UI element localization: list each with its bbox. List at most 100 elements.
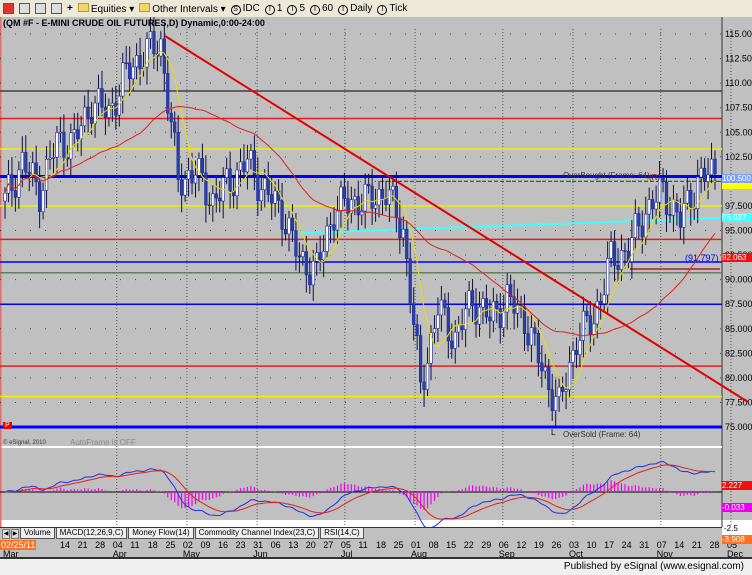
candle-body (664, 181, 669, 215)
candle-body (540, 362, 544, 372)
copyright-label: © eSignal, 2010 (3, 440, 46, 446)
candle-body (640, 225, 644, 238)
i-icon: I (264, 4, 275, 15)
candle-body (387, 189, 392, 205)
candle-body (138, 55, 142, 70)
paste-icon[interactable] (51, 3, 62, 14)
folder-icon (77, 2, 89, 12)
candle-body (682, 202, 686, 228)
s-icon: S (230, 4, 241, 15)
candle-body (79, 125, 83, 140)
tab-volume[interactable]: Volume (20, 528, 55, 539)
candle-body (325, 225, 329, 252)
y-tick-label: 80.000 (725, 373, 752, 383)
candle-body (283, 229, 288, 235)
candle-body (287, 217, 291, 235)
candle-body (502, 311, 506, 329)
copy-icon[interactable] (35, 3, 46, 14)
interval-60-button[interactable]: I 60 (310, 3, 333, 15)
x-tick-label: 26 (551, 540, 562, 550)
idc-button[interactable]: S IDC (230, 3, 260, 15)
candle-body (391, 186, 395, 191)
candle-body (616, 265, 620, 270)
candle-body (699, 167, 703, 178)
chart-area[interactable]: 115.000 112.500 110.000 107.500 105.000 102.5… (0, 17, 752, 544)
month-label: Aug (411, 549, 428, 559)
candle-body (162, 38, 166, 74)
candle-body (249, 150, 253, 160)
candle-body (235, 169, 239, 197)
x-tick-label: 28 (95, 540, 106, 550)
toolbar: + Equities ▾ Other Intervals ▾ S IDC I1 I… (0, 0, 752, 17)
candle-body (186, 170, 191, 180)
candle-body (578, 340, 582, 355)
tab-cci[interactable]: Commodity Channel Index(23,C) (194, 528, 320, 539)
candle-body (51, 157, 56, 159)
hist-tag: -0.033 (722, 503, 752, 512)
candle-body (41, 190, 45, 212)
chart-icon[interactable] (3, 3, 14, 14)
candle-body (619, 250, 624, 270)
candle-body (661, 177, 665, 183)
x-tick-label: 11 (358, 540, 368, 550)
i-icon: I (338, 4, 349, 15)
candle-body (190, 170, 194, 184)
candle-body (609, 241, 613, 259)
equities-label: Equities (90, 3, 127, 15)
refresh-icon[interactable] (19, 3, 30, 14)
interval-tick-button[interactable]: I Tick (377, 3, 407, 15)
candle-body (342, 186, 347, 199)
tab-macd[interactable]: MACD(12,26,9,C) (55, 528, 128, 539)
candle-body (685, 190, 689, 204)
i-icon: I (310, 4, 320, 15)
candle-body (24, 152, 28, 173)
candle-body (114, 102, 118, 116)
candle-body (100, 88, 104, 108)
tab-scroll-left[interactable]: ◀ (2, 528, 10, 539)
candle-body (557, 386, 561, 397)
candle-body (332, 224, 336, 231)
x-tick-label: 19 (533, 540, 544, 550)
candle-body (488, 316, 492, 322)
other-intervals-menu[interactable]: Other Intervals ▾ (139, 2, 226, 15)
candle-body (481, 298, 485, 308)
folder-icon (139, 2, 151, 12)
footer: Published by eSignal (www.esignal.com) (0, 559, 752, 575)
candle-body (83, 106, 87, 127)
candle-body (318, 252, 322, 261)
interval-1-button[interactable]: I1 (264, 3, 282, 15)
interval-5-button[interactable]: I5 (287, 3, 305, 15)
y-tick-label: 95.000 (725, 226, 752, 236)
month-label: Dec (726, 549, 743, 559)
equities-menu[interactable]: Equities ▾ (77, 2, 134, 15)
x-tick-label: 25 (165, 540, 176, 550)
candle-body (121, 62, 125, 97)
candle-body (193, 174, 198, 184)
x-tick-label: 11 (130, 540, 140, 550)
candle-body (588, 315, 592, 335)
p-marker[interactable]: P (3, 422, 12, 429)
candle-body (335, 210, 340, 231)
candle-body (536, 332, 540, 364)
interval-daily-button[interactable]: I Daily (338, 3, 372, 15)
x-tick-label: 14 (60, 540, 71, 550)
x-tick-label: 13 (288, 540, 299, 550)
candle-body (69, 132, 73, 160)
candle-body (668, 214, 672, 216)
candle-body (612, 241, 617, 266)
y-tick-label: 82.500 (725, 348, 752, 358)
candle-body (401, 228, 405, 239)
price-chart[interactable]: 115.000 112.500 110.000 107.500 105.000 102.5… (0, 17, 752, 527)
tab-money-flow[interactable]: Money Flow(14) (128, 528, 194, 539)
y-tick-label: 112.500 (725, 54, 752, 64)
y-tick-label: 85.000 (725, 324, 752, 334)
candle-body (173, 121, 177, 133)
x-tick-label: 17 (604, 540, 615, 550)
candle-body (294, 230, 298, 257)
plus-icon[interactable]: + (67, 3, 73, 14)
tab-scroll-right[interactable]: ▶ (11, 528, 19, 539)
tab-rsi[interactable]: RSI(14,C) (320, 528, 364, 539)
candle-body (709, 158, 714, 176)
candle-body (595, 301, 599, 325)
candle-body (460, 324, 464, 330)
